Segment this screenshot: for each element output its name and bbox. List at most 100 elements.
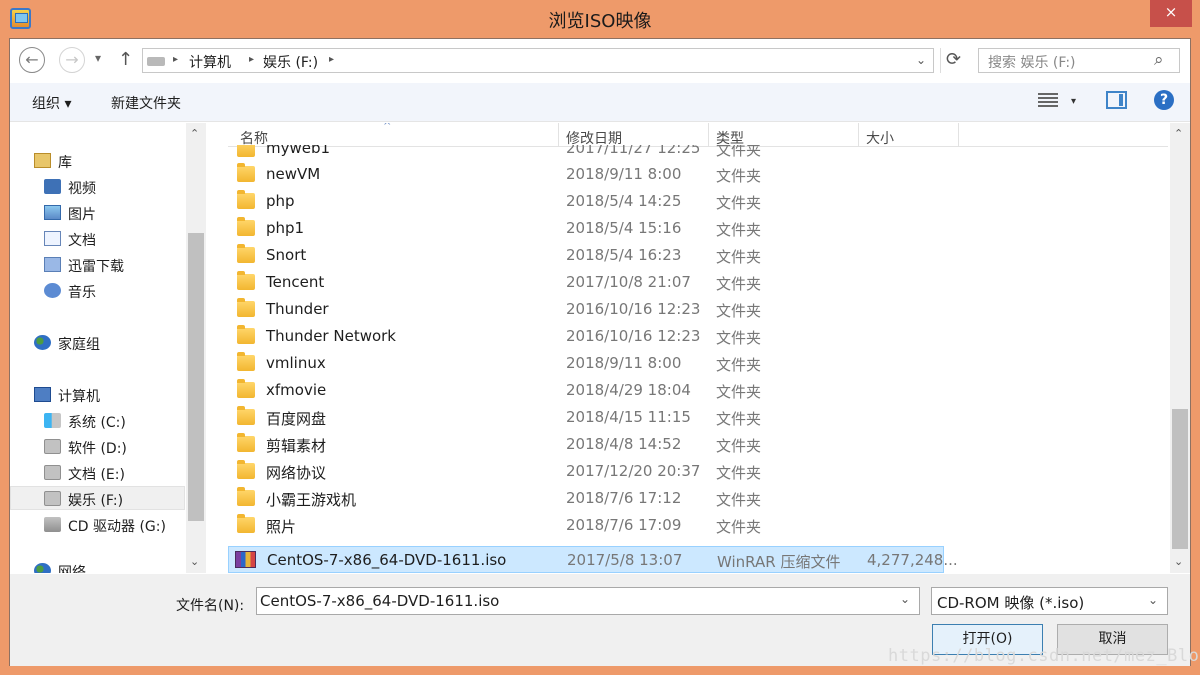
table-row[interactable]: 照片 2018/7/6 17:09 文件夹 (228, 512, 1168, 539)
sidebar-item-documents[interactable]: 文档 (10, 227, 185, 251)
sidebar-item-drive-c[interactable]: 系统 (C:) (10, 409, 185, 433)
file-type: 文件夹 (716, 302, 762, 320)
up-arrow-icon: ↑ (118, 49, 134, 70)
scroll-down-icon[interactable]: ⌄ (1174, 555, 1183, 568)
table-row[interactable]: Thunder Network 2016/10/16 12:23 文件夹 (228, 323, 1168, 350)
sidebar-item-label: 网络 (58, 565, 86, 573)
file-name: Snort (266, 246, 307, 264)
refresh-button[interactable]: ⟳ (940, 48, 966, 73)
column-separator (958, 123, 959, 147)
folder-icon (237, 325, 255, 344)
file-name: 网络协议 (266, 464, 327, 482)
folder-icon (237, 460, 255, 479)
file-name-field[interactable]: CentOS-7-x86_64-DVD-1611.iso (256, 587, 920, 615)
sidebar-item-drive-d[interactable]: 软件 (D:) (10, 435, 185, 459)
chevron-down-icon[interactable]: ⌄ (900, 592, 910, 606)
file-name: CentOS-7-x86_64-DVD-1611.iso (267, 551, 507, 569)
sidebar-item-drive-f[interactable]: 娱乐 (F:) (10, 486, 185, 510)
search-icon[interactable]: ⌕ (1154, 50, 1164, 70)
file-list-scrollbar[interactable]: ⌃ ⌄ (1170, 123, 1190, 573)
search-box[interactable]: 搜索 娱乐 (F:) ⌕ (978, 48, 1180, 73)
address-bar[interactable]: ▸ 计算机 ▸ 娱乐 (F:) ▸ ⌄ (142, 48, 934, 73)
view-options-icon[interactable] (1038, 91, 1058, 109)
sidebar-item-label: 软件 (D:) (68, 441, 127, 457)
network-icon (34, 563, 51, 573)
table-row[interactable]: php 2018/5/4 14:25 文件夹 (228, 188, 1168, 215)
sidebar-item-drive-g[interactable]: CD 驱动器 (G:) (10, 513, 185, 537)
file-name: 照片 (266, 518, 297, 536)
table-row[interactable]: 网络协议 2017/12/20 20:37 文件夹 (228, 458, 1168, 485)
navigation-pane-scroll-thumb[interactable] (188, 233, 204, 521)
sidebar-item-label: CD 驱动器 (G:) (68, 519, 166, 535)
table-row[interactable]: vmlinux 2018/9/11 8:00 文件夹 (228, 350, 1168, 377)
sidebar-item-label: 系统 (C:) (68, 415, 126, 431)
sidebar-item-drive-e[interactable]: 文档 (E:) (10, 461, 185, 485)
help-icon[interactable]: ? (1154, 90, 1174, 110)
file-list-scroll-thumb[interactable] (1172, 409, 1188, 549)
modified-date: 2017/11/27 12:25 (566, 145, 701, 157)
chevron-down-icon[interactable]: ⌄ (916, 53, 926, 67)
organize-button[interactable]: 组织 ▾ (32, 93, 71, 113)
back-arrow-icon: ← (25, 50, 39, 69)
folder-icon (237, 379, 255, 398)
file-list: ^ 名称 修改日期 类型 大小 myweb1 2017/11/27 12:25 … (228, 123, 1168, 573)
window-title: 浏览ISO映像 (548, 11, 652, 32)
file-name: Tencent (266, 273, 325, 291)
table-row[interactable]: newVM 2018/9/11 8:00 文件夹 (228, 161, 1168, 188)
file-list-header: ^ 名称 修改日期 类型 大小 (228, 123, 1168, 147)
table-row[interactable]: Snort 2018/5/4 16:23 文件夹 (228, 242, 1168, 269)
table-row[interactable]: 百度网盘 2018/4/15 11:15 文件夹 (228, 404, 1168, 431)
sidebar-item-network[interactable]: 网络 (10, 559, 185, 573)
breadcrumb-computer[interactable]: 计算机 (189, 52, 231, 72)
file-type-filter-select[interactable]: CD-ROM 映像 (*.iso) ⌄ (931, 587, 1168, 615)
system-drive-icon (44, 413, 61, 428)
table-row[interactable]: myweb1 2017/11/27 12:25 文件夹 (228, 145, 1168, 157)
breadcrumb-drive-f[interactable]: 娱乐 (F:) (263, 52, 318, 72)
homegroup-icon (34, 335, 51, 350)
new-folder-button[interactable]: 新建文件夹 (111, 93, 181, 113)
sidebar-item-thunder-download[interactable]: 迅雷下载 (10, 253, 185, 277)
modified-date: 2018/9/11 8:00 (566, 354, 682, 372)
file-type: 文件夹 (716, 356, 762, 374)
preview-pane-icon[interactable] (1106, 91, 1127, 109)
folder-icon (237, 433, 255, 452)
sidebar-item-music[interactable]: 音乐 (10, 279, 185, 303)
sort-ascending-icon: ^ (383, 123, 392, 132)
table-row[interactable]: 小霸王游戏机 2018/7/6 17:12 文件夹 (228, 485, 1168, 512)
sidebar-item-library[interactable]: 库 (10, 149, 185, 173)
table-row[interactable]: Thunder 2016/10/16 12:23 文件夹 (228, 296, 1168, 323)
table-row[interactable]: xfmovie 2018/4/29 18:04 文件夹 (228, 377, 1168, 404)
table-row[interactable]: php1 2018/5/4 15:16 文件夹 (228, 215, 1168, 242)
scroll-up-icon[interactable]: ⌃ (1174, 127, 1183, 140)
modified-date: 2017/12/20 20:37 (566, 462, 701, 480)
scroll-down-icon[interactable]: ⌄ (190, 555, 199, 568)
file-name: myweb1 (266, 145, 331, 157)
selected-file-row[interactable]: CentOS-7-x86_64-DVD-1611.iso 2017/5/8 13… (228, 546, 958, 573)
sidebar-item-computer[interactable]: 计算机 (10, 383, 185, 407)
sidebar-item-homegroup[interactable]: 家庭组 (10, 331, 185, 355)
file-name: php (266, 192, 295, 210)
navigation-pane-scrollbar[interactable]: ⌃ ⌄ (186, 123, 206, 573)
music-icon (44, 283, 61, 298)
table-row[interactable]: Tencent 2017/10/8 21:07 文件夹 (228, 269, 1168, 296)
modified-date: 2016/10/16 12:23 (566, 327, 701, 345)
file-type: 文件夹 (716, 194, 762, 212)
sidebar-item-videos[interactable]: 视频 (10, 175, 185, 199)
file-type: 文件夹 (716, 221, 762, 239)
up-one-level-button[interactable]: ↑ (118, 49, 133, 70)
folder-icon (237, 163, 255, 182)
forward-button[interactable]: → (59, 47, 85, 73)
file-name: Thunder (266, 300, 329, 318)
modified-date: 2018/7/6 17:09 (566, 516, 682, 534)
back-button[interactable]: ← (19, 47, 45, 73)
table-row[interactable]: 剪辑素材 2018/4/8 14:52 文件夹 (228, 431, 1168, 458)
sidebar-item-label: 文档 (68, 233, 96, 249)
recent-locations-button[interactable]: ▾ (95, 51, 101, 65)
sidebar-item-pictures[interactable]: 图片 (10, 201, 185, 225)
scroll-up-icon[interactable]: ⌃ (190, 127, 199, 140)
close-button[interactable]: × (1150, 0, 1192, 27)
folder-icon (237, 406, 255, 425)
file-name: newVM (266, 165, 321, 183)
view-options-dropdown[interactable]: ▾ (1071, 96, 1076, 107)
close-icon: × (1164, 3, 1178, 21)
